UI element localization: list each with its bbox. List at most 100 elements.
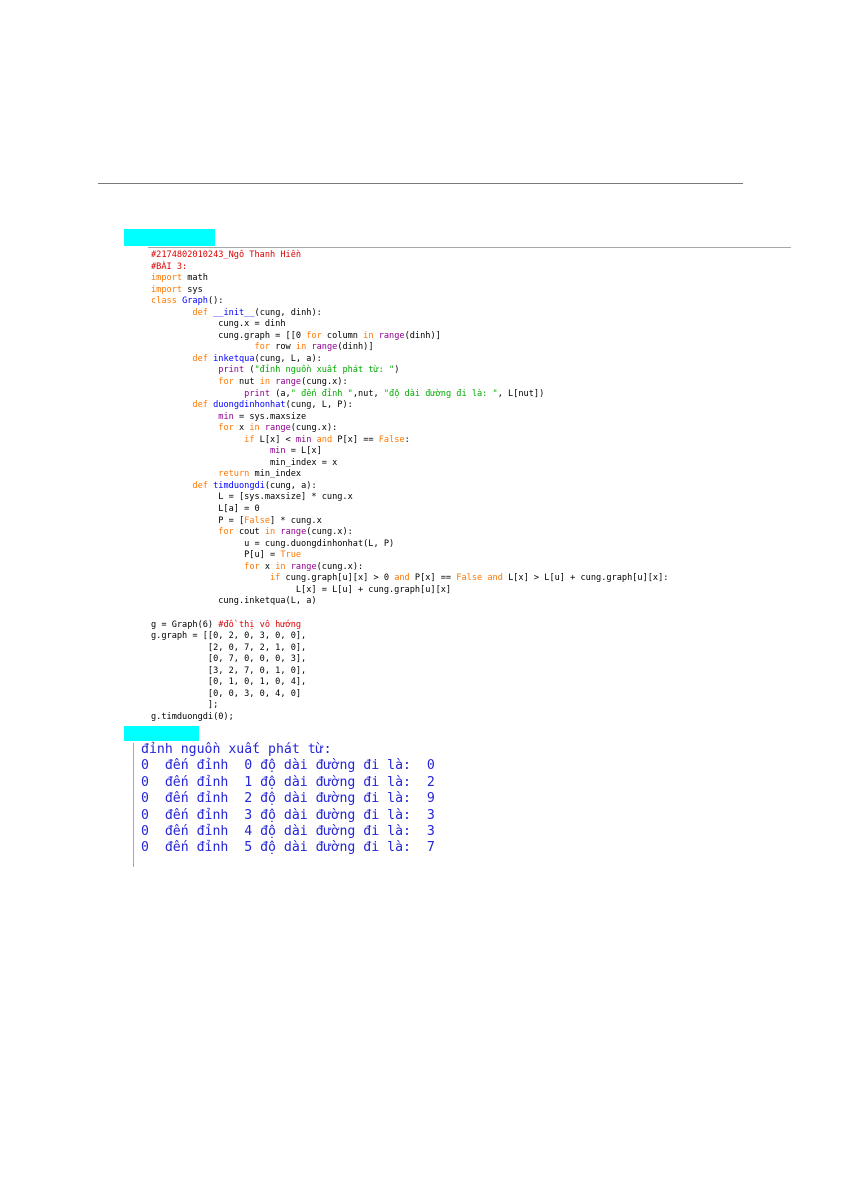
code-token-keyword: in bbox=[249, 423, 260, 434]
code-token-string: "đỉnh nguồn xuất phát từ: " bbox=[254, 365, 395, 376]
code-token-default bbox=[151, 342, 254, 352]
code-line: [3, 2, 7, 0, 1, 0], bbox=[151, 666, 668, 678]
code-token-definition: Graph bbox=[182, 296, 208, 307]
code-token-default: [0, 1, 0, 1, 0, 4], bbox=[151, 677, 307, 688]
output-line: 0 đến đỉnh 4 độ dài đường đi là: 3 bbox=[141, 823, 435, 839]
code-line: g.timduongdi(0); bbox=[151, 712, 668, 724]
code-token-default: (cung.x): bbox=[316, 561, 364, 572]
code-line: for nut in range(cung.x): bbox=[151, 377, 668, 389]
code-token-builtin: range bbox=[280, 527, 307, 538]
code-token-keyword: in bbox=[363, 330, 374, 341]
code-token-default: (cung.x): bbox=[306, 527, 353, 538]
code-token-default: P[x] == bbox=[332, 434, 379, 445]
code-token-definition: timduongdi bbox=[213, 480, 265, 491]
code-token-default: L[x] > L[u] + cung.graph[u][x]: bbox=[502, 573, 669, 584]
code-token-builtin: min bbox=[218, 411, 234, 422]
code-token-default: (cung, a): bbox=[264, 480, 317, 491]
code-token-keyword: for bbox=[218, 527, 234, 538]
code-token-keyword: for bbox=[244, 561, 260, 572]
code-token-default: sys bbox=[182, 284, 203, 295]
output-block-rule bbox=[133, 743, 134, 867]
code-token-default: [3, 2, 7, 0, 1, 0], bbox=[151, 665, 307, 676]
code-token-keyword: import bbox=[151, 284, 183, 295]
code-token-default bbox=[151, 308, 192, 318]
code-token-default: x bbox=[259, 561, 276, 572]
code-token-default: u = cung.duongdinhonhat(L, P) bbox=[151, 538, 395, 549]
code-token-default bbox=[151, 354, 192, 364]
code-line: min_index = x bbox=[151, 458, 668, 470]
code-token-default bbox=[151, 573, 270, 583]
code-token-comment: #BÀI 3: bbox=[151, 261, 188, 272]
code-token-default: cung.inketqua(L, a) bbox=[151, 596, 317, 607]
code-token-keyword: def bbox=[192, 353, 208, 364]
code-line: L[x] = L[u] + cung.graph[u][x] bbox=[151, 585, 668, 597]
code-line: import sys bbox=[151, 285, 668, 297]
code-token-default bbox=[151, 365, 218, 375]
output-line: 0 đến đỉnh 1 độ dài đường đi là: 2 bbox=[141, 774, 435, 790]
code-token-default: cout bbox=[233, 527, 265, 538]
code-line: u = cung.duongdinhonhat(L, P) bbox=[151, 539, 668, 551]
code-line: class Graph(): bbox=[151, 296, 668, 308]
code-token-keyword: False bbox=[378, 434, 405, 445]
code-token-default bbox=[151, 435, 244, 445]
code-token-keyword: def bbox=[192, 480, 208, 491]
code-token-keyword: in bbox=[275, 561, 286, 572]
code-line: #2174802010243_Ngô Thanh Hiền bbox=[151, 250, 668, 262]
code-token-keyword: import bbox=[151, 273, 183, 284]
code-token-keyword: and bbox=[394, 573, 410, 584]
code-line: def inketqua(cung, L, a): bbox=[151, 354, 668, 366]
code-token-default bbox=[151, 377, 218, 387]
code-block-rule bbox=[148, 247, 791, 248]
code-line: P[u] = True bbox=[151, 550, 668, 562]
code-line: cung.inketqua(L, a) bbox=[151, 596, 668, 608]
code-token-keyword: and bbox=[487, 573, 503, 584]
code-label-highlight bbox=[124, 229, 215, 246]
code-token-default bbox=[151, 400, 192, 410]
code-token-default: math bbox=[182, 273, 208, 284]
code-token-keyword: in bbox=[295, 342, 307, 353]
code-line: L = [sys.maxsize] * cung.x bbox=[151, 492, 668, 504]
code-token-default bbox=[151, 562, 244, 572]
output-line: 0 đến đỉnh 3 độ dài đường đi là: 3 bbox=[141, 807, 435, 823]
code-token-default: x bbox=[233, 423, 250, 434]
code-token-default: nut bbox=[233, 377, 260, 388]
code-token-builtin: range bbox=[275, 377, 302, 388]
code-token-keyword: for bbox=[218, 377, 234, 388]
code-token-default: [0, 7, 0, 0, 0, 3], bbox=[151, 654, 307, 665]
code-token-default: g.timduongdi(0); bbox=[151, 711, 234, 722]
code-token-default: ,nut, bbox=[352, 388, 384, 399]
code-token-default: cung.graph[u][x] > 0 bbox=[280, 573, 395, 584]
code-token-default: L[x] < bbox=[254, 434, 296, 445]
code-line: P = [False] * cung.x bbox=[151, 516, 668, 528]
code-token-builtin: min bbox=[295, 434, 312, 445]
code-line: L[a] = 0 bbox=[151, 504, 668, 516]
source-code-block: #2174802010243_Ngô Thanh Hiền #BÀI 3: impo… bbox=[151, 250, 668, 723]
code-token-default: [2, 0, 7, 2, 1, 0], bbox=[151, 642, 307, 653]
code-token-default: cung.graph = [[0 bbox=[151, 330, 307, 341]
code-token-default: P[u] = bbox=[151, 550, 281, 561]
code-token-default: (dinh)] bbox=[337, 342, 374, 353]
code-token-default: column bbox=[321, 330, 364, 341]
program-output-block: đỉnh nguồn xuất phát từ: 0 đến đỉnh 0 độ … bbox=[141, 742, 435, 857]
code-token-default: (dinh)] bbox=[404, 330, 441, 341]
code-token-keyword: return bbox=[218, 469, 250, 480]
code-line: cung.x = dinh bbox=[151, 319, 668, 331]
code-token-default: min_index = x bbox=[151, 457, 338, 468]
top-horizontal-rule bbox=[98, 183, 743, 184]
code-token-default: ]; bbox=[151, 700, 219, 711]
code-token-keyword: in bbox=[264, 527, 276, 538]
code-line: cung.graph = [[0 for column in range(din… bbox=[151, 331, 668, 343]
code-line: for x in range(cung.x): bbox=[151, 562, 668, 574]
code-token-builtin: range bbox=[290, 561, 317, 572]
code-token-keyword: False bbox=[244, 515, 271, 526]
code-token-string: "độ dài đường đi là: " bbox=[383, 388, 498, 399]
code-line: [0, 0, 3, 0, 4, 0] bbox=[151, 689, 668, 701]
code-token-default: g.graph = [[0, 2, 0, 3, 0, 0], bbox=[151, 631, 307, 642]
code-token-default: (cung.x): bbox=[290, 423, 338, 434]
code-token-default bbox=[151, 412, 218, 422]
code-token-default bbox=[151, 481, 192, 491]
code-token-keyword: and bbox=[316, 434, 333, 445]
code-token-comment: #2174802010243_Ngô Thanh Hiền bbox=[151, 250, 302, 260]
code-token-default: ) bbox=[394, 365, 400, 376]
